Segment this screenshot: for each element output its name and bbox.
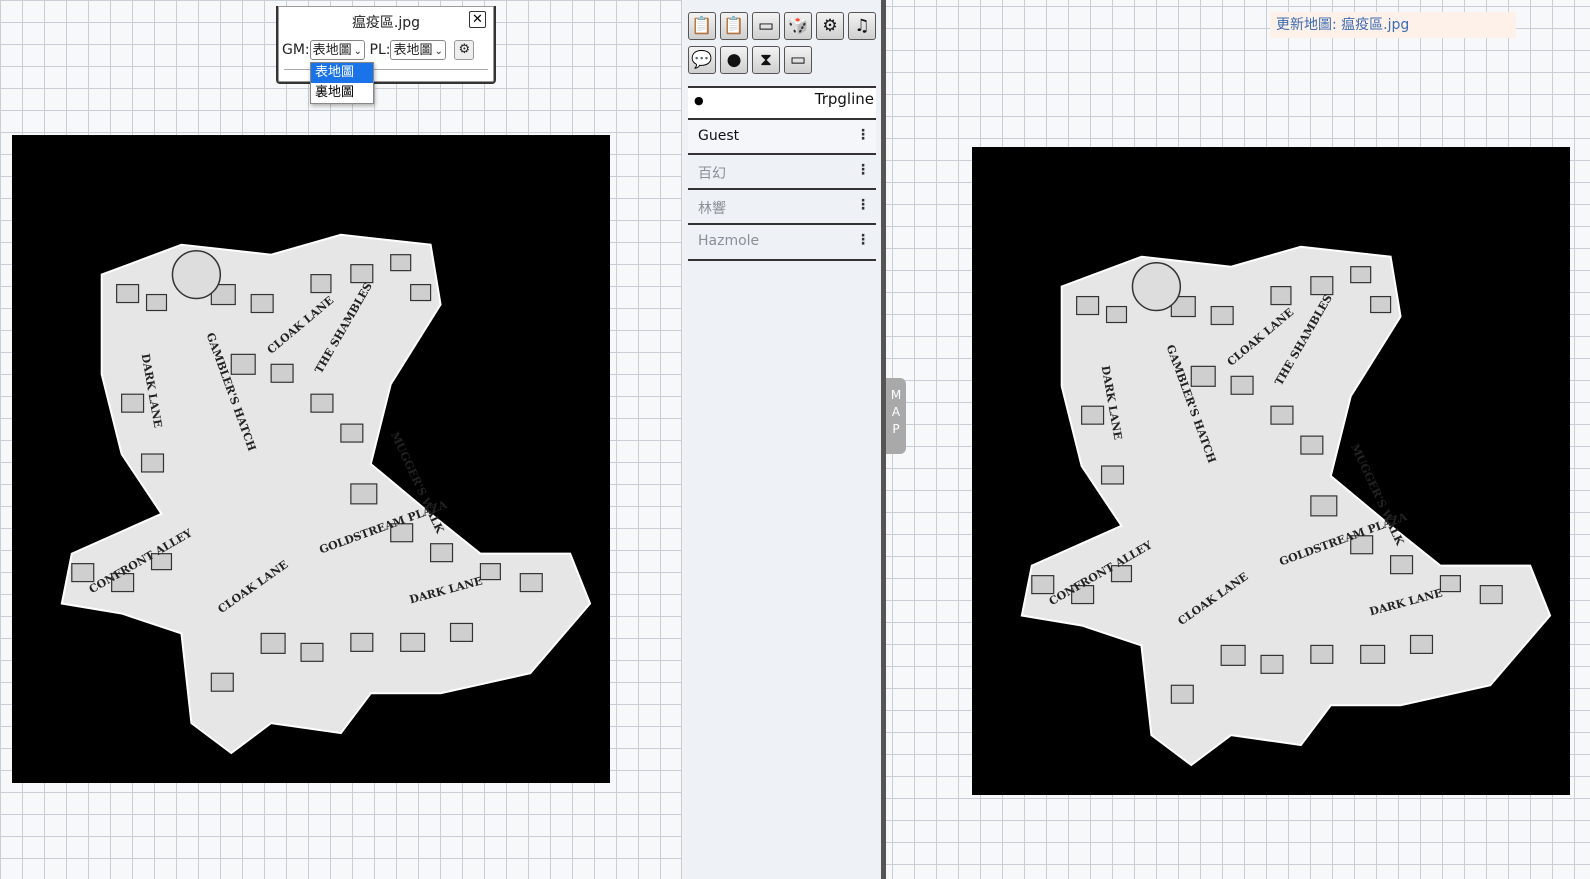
pl-label: PL: [369,42,391,58]
user-row[interactable]: Hazmole ⋮ [688,223,876,259]
gm-label: GM: [282,42,310,58]
city-map-drawing: DARK LANE GAMBLER'S HATCH CLOAK LANE THE… [1020,245,1552,767]
map-tab-letter: M [890,388,902,402]
map-update-notice: 更新地圖: 瘟疫區.jpg [1270,12,1516,38]
divider [688,259,876,261]
close-button[interactable]: ✕ [469,11,486,28]
user-name: Hazmole [698,233,760,249]
music-icon[interactable]: ♫ [848,12,876,40]
map-settings-window: 瘟疫區.jpg ✕ GM: 表地圖 ⌄ PL: 表地圖 ⌄ ⚙ [276,6,496,84]
map-image-left[interactable]: DARK LANE GAMBLER'S HATCH CLOAK LANE THE… [12,135,610,783]
map-tab-letter: A [891,405,901,419]
side-panel: 📋 📋 ▭ 🎲 ⚙ ♫ 💬 ● ⧗ ▭ ● Trpgline Guest ⋮ 百… [681,0,882,879]
user-icon: ● [694,94,704,107]
user-row[interactable]: 百幻 ⋮ [688,153,876,189]
character-icon[interactable]: ● [720,46,748,74]
user-name: 林響 [698,201,726,217]
hourglass-icon[interactable]: ⧗ [752,46,780,74]
map-toggle-tab[interactable]: M A P [886,378,906,454]
box-icon[interactable]: ▭ [752,12,780,40]
dropdown-option[interactable]: 表地圖 [311,63,373,83]
map-select-row: GM: 表地圖 ⌄ PL: 表地圖 ⌄ ⚙ [282,40,475,60]
user-name: Guest [698,128,740,144]
user-row[interactable]: 林響 ⋮ [688,188,876,224]
chevron-down-icon: ⌄ [434,46,443,57]
room-name: Trpgline [814,90,874,108]
kebab-menu-icon[interactable]: ⋮ [856,197,870,213]
gear-icon[interactable]: ⚙ [454,40,475,60]
kebab-menu-icon[interactable]: ⋮ [856,162,870,178]
dice-icon[interactable]: 🎲 [784,12,812,40]
chevron-down-icon: ⌄ [353,46,363,57]
user-name: 百幻 [698,166,726,182]
map-tab-letter: P [892,422,900,436]
kebab-menu-icon[interactable]: ⋮ [856,232,870,248]
gm-select-value: 表地圖 [312,43,352,58]
user-row-guest[interactable]: Guest ⋮ [688,118,876,154]
dropdown-option[interactable]: 裏地圖 [311,83,373,103]
clipboard-check-icon[interactable]: 📋 [688,12,716,40]
clipboard-icon[interactable]: 📋 [720,12,748,40]
gm-select-dropdown[interactable]: 表地圖 裏地圖 [310,62,374,104]
gear-icon[interactable]: ⚙ [816,12,844,40]
chat-icon[interactable]: 💬 [688,46,716,74]
kebab-menu-icon[interactable]: ⋮ [856,127,870,143]
gm-map-select[interactable]: 表地圖 ⌄ [309,40,366,60]
city-map-drawing: DARK LANE GAMBLER'S HATCH CLOAK LANE THE… [60,233,592,755]
pl-map-select[interactable]: 表地圖 ⌄ [390,40,446,60]
screen-icon[interactable]: ▭ [784,46,812,74]
room-header: ● Trpgline [688,86,876,118]
pl-select-value: 表地圖 [393,43,433,58]
window-title: 瘟疫區.jpg [351,15,421,31]
map-image-right[interactable]: DARK LANE GAMBLER'S HATCH CLOAK LANE THE… [972,147,1570,795]
